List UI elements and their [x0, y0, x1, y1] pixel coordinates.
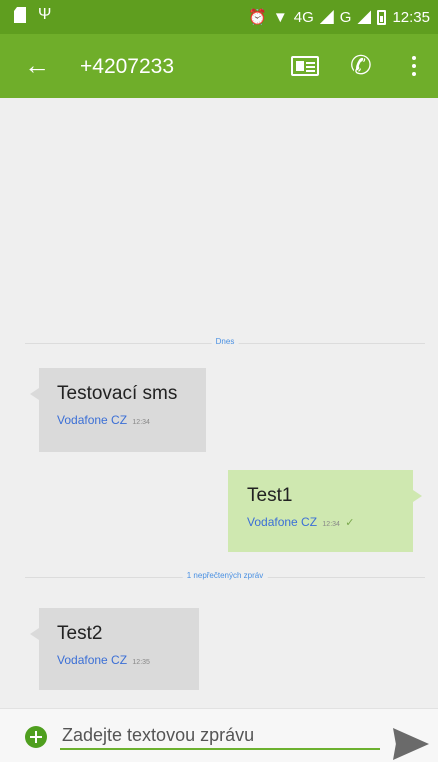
message-text: Testovací sms — [57, 383, 178, 404]
network-type-2: G — [339, 8, 352, 26]
add-attachment-icon[interactable] — [25, 726, 47, 748]
message-text: Test1 — [247, 485, 293, 506]
back-arrow-icon[interactable]: ← — [24, 52, 50, 78]
message-meta: Vodafone CZ 12:34 — [57, 413, 206, 427]
message-meta: Vodafone CZ 12:34 ✓ — [247, 515, 413, 529]
alarm-icon: ⏰ — [248, 9, 267, 26]
unread-divider: 1 nepřečtených zpráv — [25, 568, 425, 588]
date-divider: Dnes — [25, 334, 425, 354]
message-text: Test2 — [57, 623, 103, 644]
unread-divider-label: 1 nepřečtených zpráv — [182, 571, 268, 580]
message-carrier: Vodafone CZ — [247, 515, 318, 529]
wifi-icon: ▼ — [272, 8, 288, 26]
more-vert-icon[interactable] — [412, 56, 416, 76]
sim-card-icon — [14, 7, 26, 23]
message-time: 12:35 — [132, 659, 150, 666]
phone-icon[interactable]: ✆ — [350, 51, 372, 79]
message-bubble-outgoing[interactable]: Test1 Vodafone CZ 12:34 ✓ — [228, 470, 422, 552]
message-time: 12:34 — [322, 521, 340, 528]
status-bar: Ψ ⏰ ▼ 4G G 12:35 — [0, 0, 438, 34]
signal-icon — [319, 10, 334, 24]
battery-icon — [377, 9, 387, 25]
toolbar: ← +4207233 ✆ — [0, 34, 438, 98]
message-input[interactable] — [60, 722, 380, 750]
signal-icon — [357, 10, 372, 24]
message-carrier: Vodafone CZ — [57, 653, 128, 667]
message-carrier: Vodafone CZ — [57, 413, 128, 427]
conversation-title: +4207233 — [80, 55, 175, 78]
network-type-1: 4G — [293, 8, 314, 26]
send-icon[interactable] — [393, 728, 429, 760]
contact-card-icon[interactable] — [291, 56, 319, 76]
message-meta: Vodafone CZ 12:35 — [57, 653, 199, 667]
message-bubble-incoming[interactable]: Testovací sms Vodafone CZ 12:34 — [30, 368, 206, 452]
status-time: 12:35 — [392, 8, 430, 26]
compose-bar — [0, 708, 438, 762]
message-time: 12:34 — [132, 419, 150, 426]
conversation-list[interactable]: Dnes Testovací sms Vodafone CZ 12:34 Tes… — [0, 98, 438, 708]
delivered-check-icon: ✓ — [345, 517, 355, 529]
message-bubble-incoming[interactable]: Test2 Vodafone CZ 12:35 — [30, 608, 199, 690]
date-divider-label: Dnes — [211, 337, 239, 346]
usb-icon: Ψ — [38, 6, 52, 23]
